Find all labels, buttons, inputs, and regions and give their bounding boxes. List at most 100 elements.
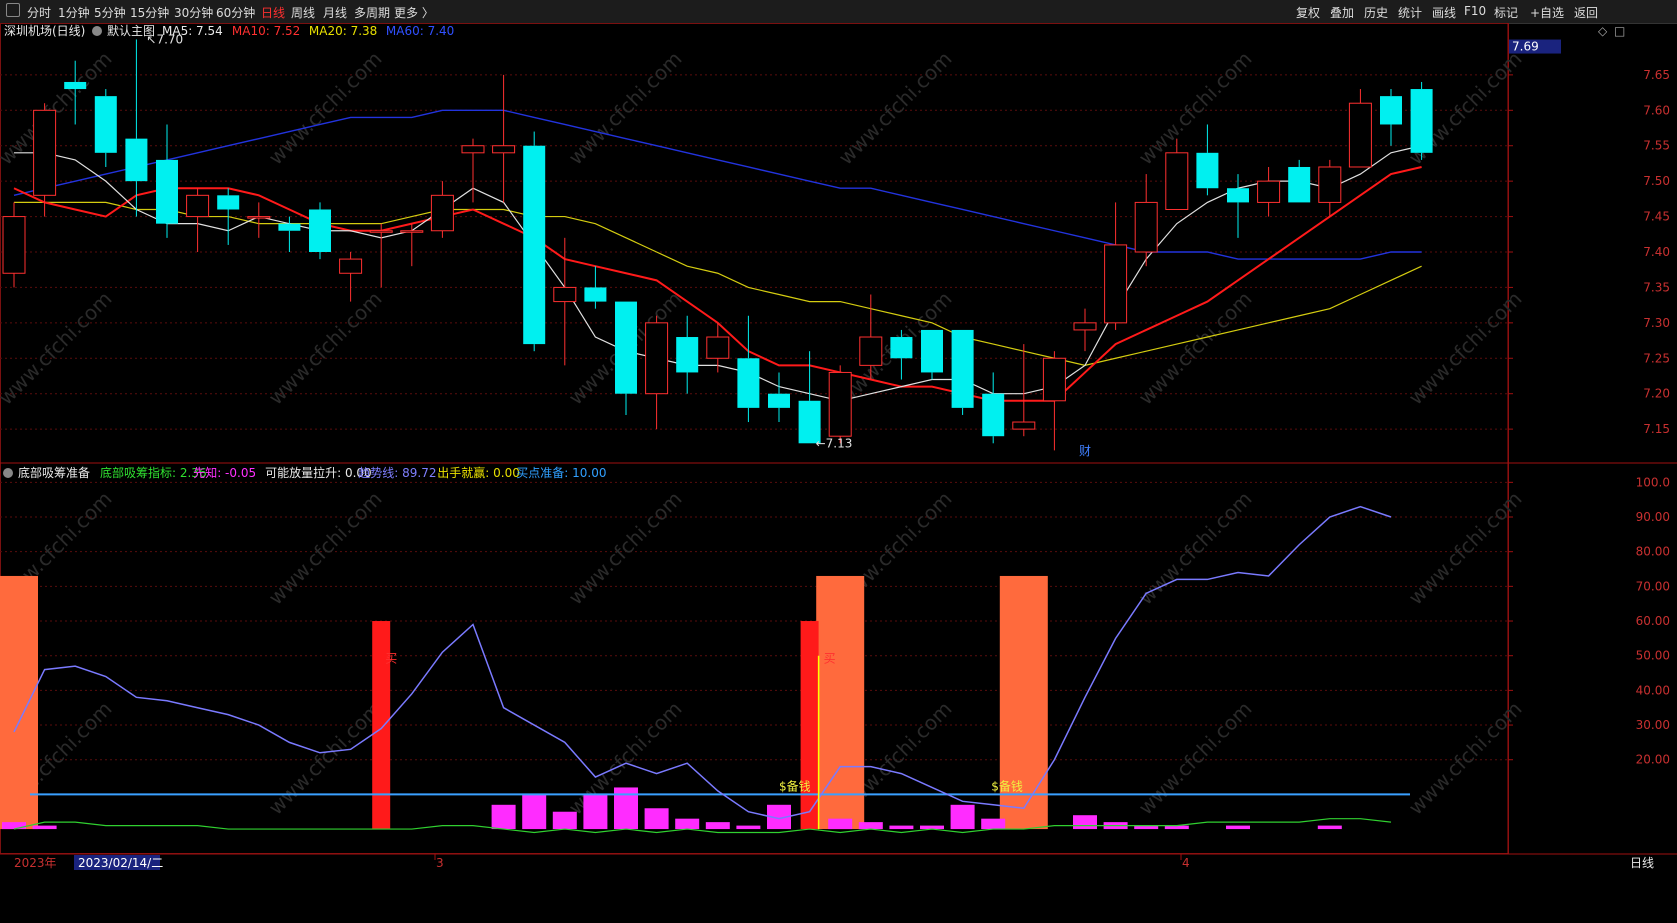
stock-title: 深圳机场(日线) [4,24,85,38]
indicator-label-0: 底部吸筹指标: 2.36 [100,465,207,480]
buy-annotation: 买 [385,652,397,666]
month-label-3: 3 [436,856,444,870]
indicator-tick-label: 70.00 [1636,579,1670,593]
price-tick-label: 7.65 [1643,68,1670,82]
template-toggle-icon[interactable] [92,26,102,36]
toolbar-button-2[interactable]: 历史 [1364,4,1388,21]
ma-label-2: MA20: 7.38 [309,24,377,38]
candle-body-up [369,230,393,233]
tab-1[interactable]: 1分钟 [58,4,90,21]
indicator-name: 底部吸筹准备 [18,465,90,480]
toolbar-button-3[interactable]: 统计 [1398,4,1422,21]
tab-10[interactable]: 更多 〉 [394,4,434,21]
indicator-label-4: 出手就赢: 0.00 [437,465,520,480]
candle-body-down [156,159,178,224]
tab-8[interactable]: 月线 [323,4,347,21]
tab-7[interactable]: 周线 [291,4,315,21]
toolbar-button-8[interactable]: 返回 [1574,4,1598,21]
tab-4[interactable]: 30分钟 [174,4,213,21]
watermark-layer: www.cfchi.com www.cfchi.com www.cfchi.com w… [0,47,1527,820]
orange-signal-bar [0,575,38,830]
candle-body-up [461,145,485,154]
candle-body-up [2,216,26,274]
candle-body-up [492,145,516,154]
buy-annotation-2: 买 [824,652,836,666]
magenta-bar [491,804,516,830]
menu-icon[interactable] [6,3,20,17]
toolbar-button-5[interactable]: F10 [1464,4,1486,18]
square-icon: □ [1614,24,1625,38]
candle-body-up [1104,244,1128,324]
watermark-text: www.cfchi.com [1134,47,1257,170]
candle-body-up [1318,166,1342,203]
indicator-tick-label: 40.00 [1636,683,1670,697]
magenta-bar [981,818,1006,830]
tab-3[interactable]: 15分钟 [130,4,169,21]
price-tick-label: 7.55 [1643,139,1670,153]
money-annotation-2: $备钱 [991,778,1023,793]
candle-body-up [645,322,669,395]
candle-body-up [186,194,210,218]
candle-body-down [737,358,760,408]
candle-body-up [1134,201,1158,253]
tab-2[interactable]: 5分钟 [94,4,126,21]
red-signal-bar [800,621,819,830]
toolbar-button-4[interactable]: 画线 [1432,4,1456,21]
candle-body-down [309,209,331,252]
watermark-text: www.cfchi.com [564,47,687,170]
candle-body-up [1073,322,1097,331]
tab-5[interactable]: 60分钟 [216,4,255,21]
price-tick-label: 7.50 [1643,174,1670,188]
candle-body-down [768,393,790,408]
toolbar-button-0[interactable]: 复权 [1296,4,1320,21]
ma-label-3: MA60: 7.40 [386,24,454,38]
watermark-text: www.cfchi.com [264,697,387,820]
template-label: 默认主图 [107,23,155,38]
tab-9[interactable]: 多周期 [354,4,390,21]
candle-body-down [1380,96,1402,125]
candle-body-down [217,195,240,210]
watermark-text: www.cfchi.com [264,47,387,170]
candle-body-down [615,301,637,394]
diamond-icon: ◇ [1598,24,1608,38]
indicator-tick-label: 50.00 [1636,649,1670,663]
candle-body-up [706,336,730,359]
candle-body-up [247,216,271,219]
price-tick-label: 7.60 [1643,103,1670,117]
candle-body-down [951,329,974,408]
candle-body-up [553,286,577,303]
candle-body-down [982,393,1005,437]
current-price-label: 7.69 [1512,40,1539,54]
indicator-tick-label: 60.00 [1636,614,1670,628]
magenta-bar [2,822,26,830]
price-tick-label: 7.25 [1643,351,1670,365]
candle-body-up [33,109,57,196]
watermark-text: www.cfchi.com [0,287,117,410]
price-tick-label: 7.40 [1643,245,1670,259]
tab-6[interactable]: 日线 [261,4,285,21]
watermark-text: www.cfchi.com [264,487,387,610]
candle-body-up [400,230,424,233]
toolbar-button-6[interactable]: 标记 [1494,4,1518,21]
indicator-tick-label: 100.0 [1636,475,1670,489]
candle-body-up [430,194,454,232]
price-tick-label: 7.35 [1643,280,1670,294]
panel-frame [0,23,1509,854]
candle-body-up [1348,102,1372,168]
month-label-4: 4 [1182,856,1190,870]
cursor-date: 2023/02/14/二 [78,856,163,870]
candle-body-down [1288,166,1311,203]
stock-chart[interactable]: www.cfchi.com www.cfchi.com www.cfchi.com w… [0,23,1677,923]
indicator-toggle-icon[interactable] [3,468,13,478]
indicator-label-3: 趋势线: 89.72 [358,466,436,480]
magenta-bar [583,794,608,830]
toolbar-button-7[interactable]: +自选 [1530,4,1564,21]
period-toolbar: 分时 1分钟 5分钟 15分钟 30分钟 60分钟 日线 周线 月线 多周期 更多 〉 复权 叠加 历史统… [0,0,1677,24]
toolbar-button-1[interactable]: 叠加 [1330,4,1354,21]
tab-0[interactable]: 分时 [27,4,51,21]
magenta-bar [1073,815,1097,830]
indicator-tick-label: 90.00 [1636,510,1670,524]
candle-body-down [125,138,148,182]
magenta-bar [32,825,57,830]
candle-body-down [523,145,546,345]
